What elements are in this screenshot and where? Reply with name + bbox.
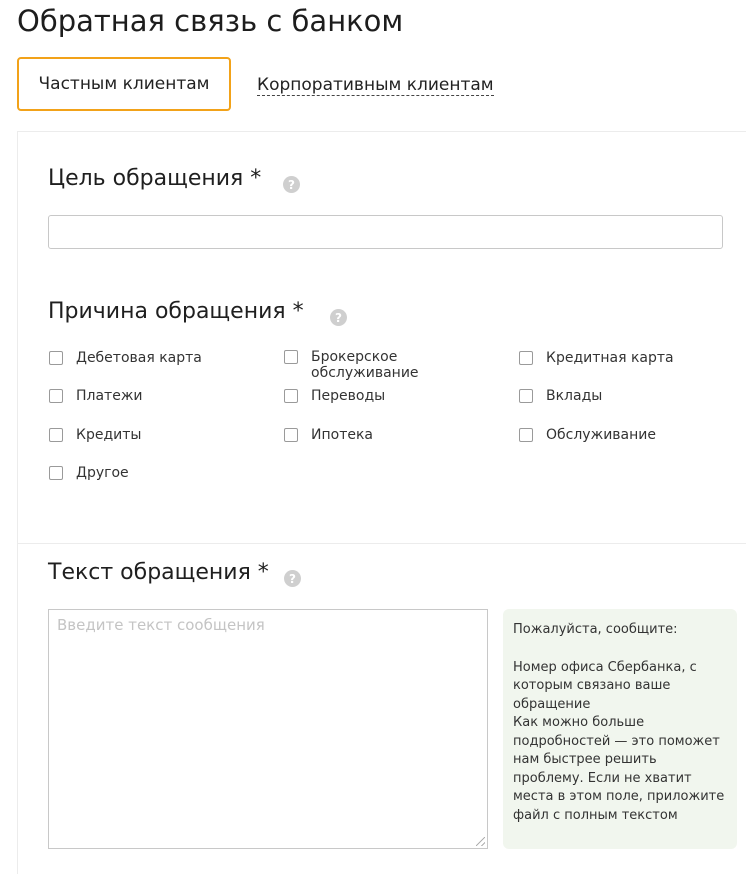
checkbox-box[interactable] (519, 351, 533, 365)
checkbox-label: Дебетовая карта (76, 350, 202, 366)
checkbox-label: Переводы (311, 388, 386, 404)
checkbox-box[interactable] (49, 466, 63, 480)
message-placeholder: Введите текст сообщения (57, 616, 265, 634)
checkbox-label: Кредиты (76, 427, 142, 443)
page-title: Обратная связь с банком (17, 4, 404, 38)
message-hint-box: Пожалуйста, сообщите: Номер офиса Сберба… (503, 609, 737, 849)
tab-private-clients-label: Частным клиентам (38, 74, 210, 94)
hint-item: Как можно больше подробностей — это помо… (513, 715, 725, 823)
checkbox-box[interactable] (49, 428, 63, 442)
checkbox-label: Кредитная карта (546, 350, 674, 366)
checkbox-box[interactable] (49, 389, 63, 403)
reason-checkbox-mortgage[interactable]: Ипотека (284, 427, 373, 443)
checkbox-label: Другое (76, 465, 129, 481)
reason-checkbox-payments[interactable]: Платежи (49, 388, 143, 404)
reason-checkbox-brokerage[interactable]: Брокерское обслуживание (284, 349, 431, 381)
reason-help-icon[interactable]: ? (330, 309, 347, 326)
reason-checkbox-loans[interactable]: Кредиты (49, 427, 141, 443)
purpose-label: Цель обращения * (48, 166, 262, 191)
section-divider (17, 543, 746, 544)
reason-checkbox-service[interactable]: Обслуживание (519, 427, 656, 443)
purpose-input[interactable] (48, 215, 723, 249)
tab-private-clients[interactable]: Частным клиентам (17, 57, 231, 111)
reason-checkbox-other[interactable]: Другое (49, 465, 129, 481)
checkbox-label: Ипотека (311, 427, 373, 443)
hint-intro: Пожалуйста, сообщите: (513, 622, 678, 637)
reason-checkbox-transfers[interactable]: Переводы (284, 388, 385, 404)
checkbox-label: Вклады (546, 388, 603, 404)
purpose-help-icon[interactable]: ? (283, 176, 300, 193)
checkbox-label: Брокерское обслуживание (311, 349, 419, 381)
reason-checkbox-deposits[interactable]: Вклады (519, 388, 602, 404)
checkbox-label: Обслуживание (546, 427, 656, 443)
reason-checkbox-debit-card[interactable]: Дебетовая карта (49, 350, 202, 366)
hint-item: Номер офиса Сбербанка, с которым связано… (513, 659, 697, 712)
checkbox-box[interactable] (284, 428, 298, 442)
checkbox-box[interactable] (519, 428, 533, 442)
reason-label: Причина обращения * (48, 299, 304, 324)
checkbox-box[interactable] (49, 351, 63, 365)
checkbox-box[interactable] (284, 350, 298, 364)
reason-checkbox-credit-card[interactable]: Кредитная карта (519, 350, 674, 366)
message-label: Текст обращения * (48, 560, 269, 585)
message-textarea[interactable]: Введите текст сообщения (48, 609, 488, 849)
message-help-icon[interactable]: ? (284, 570, 301, 587)
resize-grip-icon[interactable] (476, 837, 485, 846)
tab-corporate-clients[interactable]: Корпоративным клиентам (257, 75, 494, 96)
checkbox-box[interactable] (519, 389, 533, 403)
checkbox-label: Платежи (76, 388, 143, 404)
checkbox-box[interactable] (284, 389, 298, 403)
